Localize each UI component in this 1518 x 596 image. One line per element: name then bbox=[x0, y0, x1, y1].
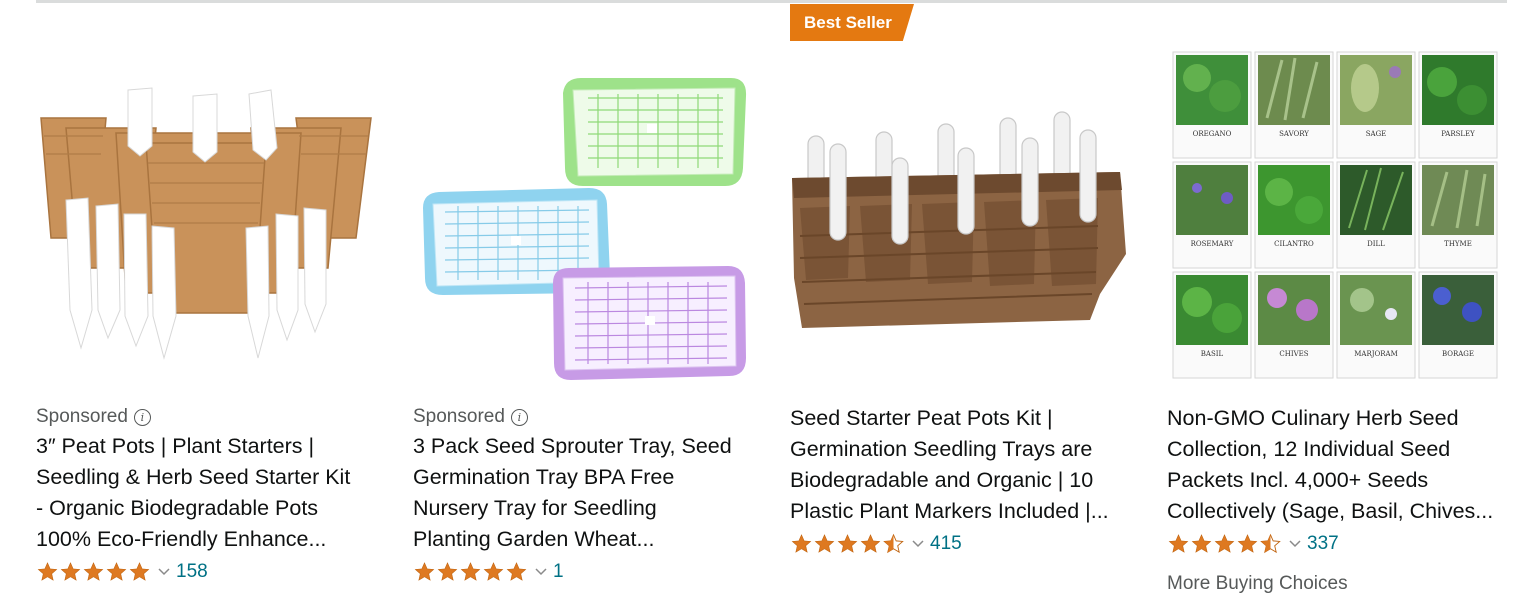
star-rating[interactable] bbox=[36, 561, 151, 583]
review-count-link[interactable]: 1 bbox=[553, 560, 564, 584]
star-rating[interactable] bbox=[1167, 533, 1282, 555]
herb-packet-label: BASIL bbox=[1201, 350, 1224, 358]
chevron-down-icon[interactable] bbox=[158, 568, 170, 576]
chevron-down-icon[interactable] bbox=[912, 540, 924, 548]
star-full-icon bbox=[414, 562, 435, 581]
product-card-peat-pots: Sponsored i 3″ Peat Pots | Plant Starter… bbox=[36, 0, 386, 583]
star-full-icon bbox=[791, 534, 812, 553]
herb-packet-label: PARSLEY bbox=[1441, 130, 1475, 138]
herb-packet-label: THYME bbox=[1444, 240, 1472, 248]
star-full-icon bbox=[1191, 534, 1212, 553]
star-full-icon bbox=[1168, 534, 1189, 553]
star-rating[interactable] bbox=[790, 533, 905, 555]
star-full-icon bbox=[1214, 534, 1235, 553]
star-full-icon bbox=[483, 562, 504, 581]
product-title[interactable]: Seed Starter Peat Pots Kit | Germination… bbox=[790, 403, 1135, 527]
review-count-link[interactable]: 337 bbox=[1307, 532, 1339, 556]
herb-packet-label: CILANTRO bbox=[1274, 240, 1314, 248]
product-image-herb-seed-collection[interactable]: OREGANO SAVORY SAGE PARSLEY ROSEMARY CIL… bbox=[1167, 48, 1507, 388]
herb-packet-label: MARJORAM bbox=[1354, 350, 1398, 358]
star-full-icon bbox=[860, 534, 881, 553]
star-half-icon bbox=[1260, 533, 1281, 554]
star-full-icon bbox=[106, 562, 127, 581]
review-count-link[interactable]: 415 bbox=[930, 532, 962, 556]
star-full-icon bbox=[460, 562, 481, 581]
herb-packet-label: SAGE bbox=[1366, 130, 1387, 138]
chevron-down-icon[interactable] bbox=[1289, 540, 1301, 548]
star-full-icon bbox=[837, 534, 858, 553]
sponsored-label: Sponsored i bbox=[36, 405, 151, 429]
product-card-herb-seed-collection: OREGANO SAVORY SAGE PARSLEY ROSEMARY CIL… bbox=[1167, 0, 1517, 594]
star-half-icon bbox=[883, 533, 904, 554]
sponsored-text: Sponsored bbox=[36, 406, 128, 427]
star-full-icon bbox=[437, 562, 458, 581]
review-count-link[interactable]: 158 bbox=[176, 560, 208, 584]
product-card-seed-starter-kit: Best Seller Seed Starter Peat Pots Kit |… bbox=[790, 0, 1140, 583]
star-full-icon bbox=[83, 562, 104, 581]
product-title[interactable]: 3 Pack Seed Sprouter Tray, Seed Germinat… bbox=[413, 431, 758, 555]
star-full-icon bbox=[506, 562, 527, 581]
product-title[interactable]: 3″ Peat Pots | Plant Starters | Seedling… bbox=[36, 431, 381, 555]
sponsored-text: Sponsored bbox=[413, 406, 505, 427]
best-seller-badge: Best Seller bbox=[790, 4, 914, 41]
herb-packet-label: CHIVES bbox=[1279, 350, 1308, 358]
star-full-icon bbox=[814, 534, 835, 553]
star-full-icon bbox=[37, 562, 58, 581]
herb-packet-label: BORAGE bbox=[1442, 350, 1474, 358]
product-title[interactable]: Non-GMO Culinary Herb Seed Collection, 1… bbox=[1167, 403, 1512, 527]
star-full-icon bbox=[129, 562, 150, 581]
info-icon[interactable]: i bbox=[133, 408, 151, 426]
product-image-peat-pots[interactable] bbox=[36, 48, 376, 388]
rating-row: 337 bbox=[1167, 532, 1339, 556]
info-icon[interactable]: i bbox=[510, 408, 528, 426]
rating-row: 158 bbox=[36, 560, 208, 584]
star-full-icon bbox=[60, 562, 81, 581]
herb-packet-label: SAVORY bbox=[1279, 130, 1309, 138]
star-rating[interactable] bbox=[413, 561, 528, 583]
herb-packet-label: ROSEMARY bbox=[1191, 240, 1234, 248]
herb-packet-label: DILL bbox=[1367, 240, 1385, 248]
rating-row: 1 bbox=[413, 560, 564, 584]
product-image-sprouter-tray[interactable] bbox=[413, 48, 753, 388]
chevron-down-icon[interactable] bbox=[535, 568, 547, 576]
sponsored-label: Sponsored i bbox=[413, 405, 528, 429]
rating-row: 415 bbox=[790, 532, 962, 556]
herb-packet-label: OREGANO bbox=[1193, 130, 1232, 138]
product-card-sprouter-tray: Sponsored i 3 Pack Seed Sprouter Tray, S… bbox=[413, 0, 763, 583]
more-buying-choices-label: More Buying Choices bbox=[1167, 573, 1348, 594]
product-image-seed-starter-kit[interactable] bbox=[790, 48, 1130, 388]
star-full-icon bbox=[1237, 534, 1258, 553]
